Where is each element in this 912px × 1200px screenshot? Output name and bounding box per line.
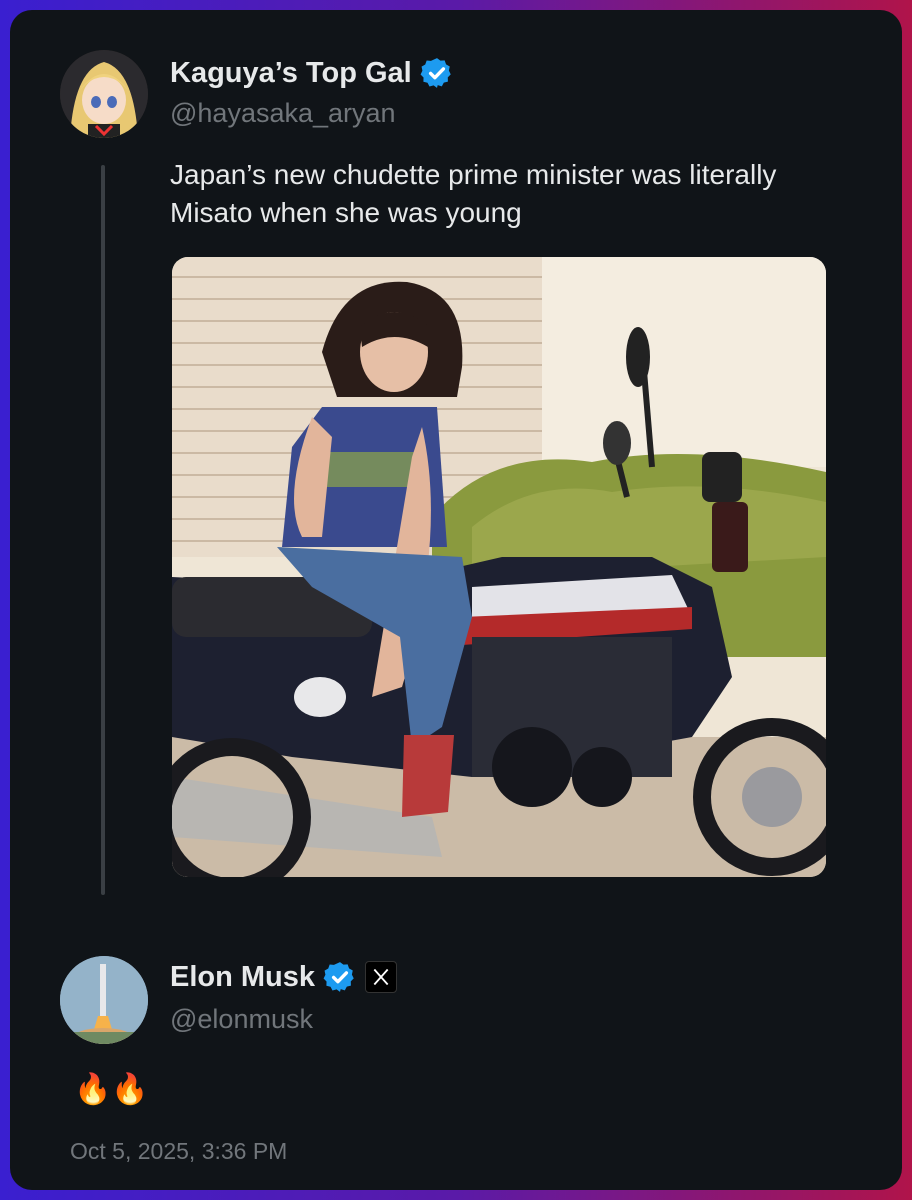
verified-badge-icon	[420, 56, 454, 90]
post-timestamp[interactable]: Oct 5, 2025, 3:36 PM	[70, 1138, 287, 1165]
tweet-card: Kaguya’s Top Gal @hayasaka_aryan Japan’s…	[10, 10, 902, 1190]
author-handle[interactable]: @hayasaka_aryan	[170, 98, 396, 129]
thread-connector-line	[101, 165, 105, 895]
avatar-elon-musk[interactable]	[60, 956, 148, 1044]
reply-author-name-row: Elon Musk	[170, 960, 398, 994]
reply-author-display-name[interactable]: Elon Musk	[170, 961, 315, 994]
verified-badge-icon	[323, 960, 357, 994]
avatar-kaguyas-top-gal[interactable]	[60, 50, 148, 138]
reply-post-text: 🔥🔥	[74, 1073, 149, 1106]
reply-author-handle[interactable]: @elonmusk	[170, 1004, 313, 1035]
quoted-post-text: Japan’s new chudette prime minister was …	[170, 159, 777, 228]
author-name-row: Kaguya’s Top Gal	[170, 56, 454, 90]
post-photo[interactable]	[172, 257, 826, 877]
author-display-name[interactable]: Kaguya’s Top Gal	[170, 57, 412, 90]
x-logo-icon	[365, 961, 398, 993]
